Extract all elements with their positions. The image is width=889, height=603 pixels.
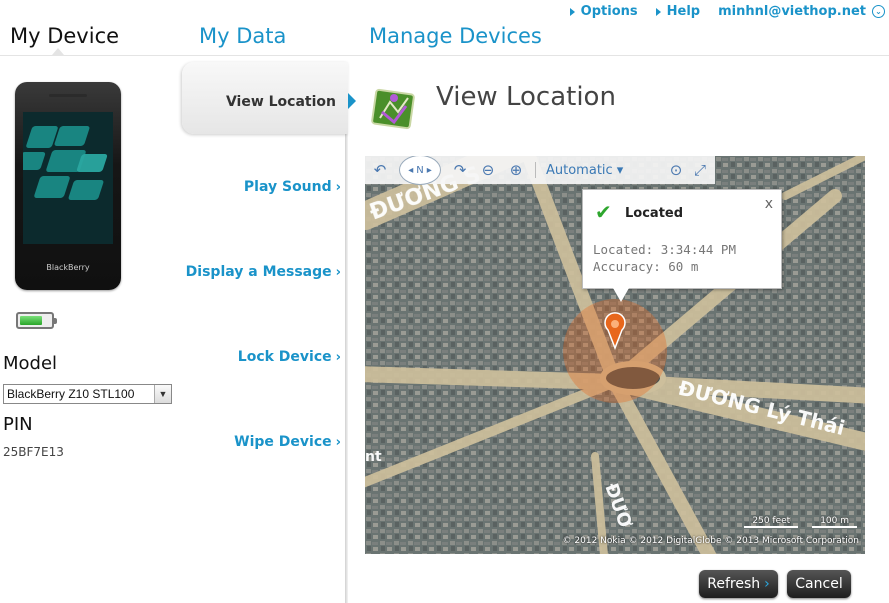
tab-manage-devices[interactable]: Manage Devices xyxy=(369,24,542,48)
accuracy-value: Accuracy: 60 m xyxy=(593,259,699,274)
device-speaker xyxy=(49,94,87,97)
refresh-button[interactable]: Refresh › xyxy=(699,570,778,598)
map-location-icon xyxy=(371,88,415,130)
device-screen xyxy=(23,112,113,244)
street-label: nt xyxy=(365,449,382,465)
chevron-down-circle-icon: ⌄ xyxy=(872,5,885,18)
toolbar-separator xyxy=(535,162,536,178)
help-link[interactable]: Help xyxy=(655,4,700,19)
main-nav: My Device My Data Manage Devices xyxy=(0,24,889,56)
battery-icon xyxy=(16,312,57,329)
options-link[interactable]: Options xyxy=(569,4,638,19)
device-image: BlackBerry xyxy=(15,82,121,290)
arrow-right-icon xyxy=(655,7,661,16)
top-links: Options Help minhnl@viethop.net ⌄ xyxy=(569,4,885,19)
zoom-out-icon[interactable]: ⊖ xyxy=(479,161,497,179)
column-divider xyxy=(345,62,348,603)
chevron-right-icon: › xyxy=(764,576,770,592)
action-lock-device[interactable]: Lock Device › xyxy=(238,349,341,365)
map-scale: 250 feet 100 m xyxy=(744,516,857,528)
locate-icon[interactable]: ⊙ xyxy=(667,161,685,179)
active-action-marker xyxy=(348,93,356,109)
map-copyright: © 2012 Nokia © 2012 DigitalGlobe © 2013 … xyxy=(562,536,859,546)
action-play-sound[interactable]: Play Sound › xyxy=(244,179,341,195)
chevron-right-icon: › xyxy=(335,179,341,195)
model-select[interactable]: BlackBerry Z10 STL100 ▼ xyxy=(3,384,172,404)
chevron-right-icon: › xyxy=(335,434,341,450)
zoom-in-icon[interactable]: ⊕ xyxy=(507,161,525,179)
compass-control[interactable]: ◂ N ▸ xyxy=(399,156,441,185)
chevron-down-icon[interactable]: ▼ xyxy=(154,385,171,403)
action-wipe-device[interactable]: Wipe Device › xyxy=(234,434,341,450)
device-brand-label: BlackBerry xyxy=(46,263,90,272)
location-popup: ✔ Located x Located: 3:34:44 PM Accuracy… xyxy=(582,189,782,302)
action-view-location-label: View Location xyxy=(225,94,336,110)
checkmark-icon: ✔ xyxy=(595,200,612,224)
located-time: Located: 3:34:44 PM xyxy=(593,242,736,257)
chevron-right-icon: › xyxy=(335,349,341,365)
chevron-right-icon: › xyxy=(335,264,341,280)
model-label: Model xyxy=(3,353,58,374)
pin-value: 25BF7E13 xyxy=(3,445,64,459)
action-view-location[interactable]: View Location xyxy=(182,62,356,134)
popup-title: Located xyxy=(625,206,684,221)
panel-title: View Location xyxy=(436,82,616,112)
battery-level-fill xyxy=(20,316,43,325)
map-mode-dropdown[interactable]: Automatic ▾ xyxy=(546,163,623,178)
rotate-left-icon[interactable]: ↶ xyxy=(371,161,389,179)
pin-label: PIN xyxy=(3,414,33,435)
user-account-link[interactable]: minhnl@viethop.net ⌄ xyxy=(718,4,885,19)
active-tab-pointer xyxy=(52,48,64,55)
tab-my-data[interactable]: My Data xyxy=(199,24,286,48)
map-toolbar: ↶ ◂ N ▸ ↷ ⊖ ⊕ Automatic ▾ ⊙ ⤢ xyxy=(365,156,715,185)
rotate-right-icon[interactable]: ↷ xyxy=(451,161,469,179)
cancel-button[interactable]: Cancel xyxy=(787,570,851,598)
model-select-value: BlackBerry Z10 STL100 xyxy=(7,387,135,401)
tab-my-device[interactable]: My Device xyxy=(10,24,119,48)
arrow-right-icon xyxy=(569,7,575,16)
close-icon[interactable]: x xyxy=(765,196,773,212)
action-display-message[interactable]: Display a Message › xyxy=(186,264,341,280)
map-view[interactable]: ĐƯƠNG S ĐƯƠNG Lý Thái ĐƯƠ nt ↶ ◂ N ▸ ↷ ⊖… xyxy=(365,156,865,554)
fullscreen-icon[interactable]: ⤢ xyxy=(691,161,709,179)
